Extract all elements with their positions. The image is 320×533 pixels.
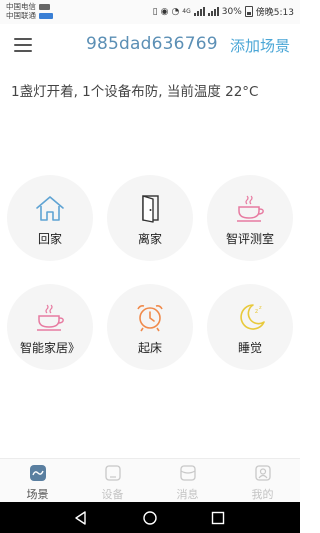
home-status-text: 1盏灯开着, 1个设备布防, 当前温度 22°C	[11, 84, 259, 100]
scene-icon	[29, 465, 46, 481]
bottom-tab-bar: 场景 设备 消息 我的	[0, 458, 300, 502]
tab-label: 我的	[251, 488, 274, 501]
status-indicators: ▯ ◉ ◔ 4G 30% 傍晚5:13	[153, 5, 294, 18]
app-header: 985dad636769 添加场景	[0, 28, 300, 62]
scene-label: 离家	[137, 232, 162, 246]
battery-label: 30%	[221, 6, 242, 17]
message-icon	[179, 465, 196, 481]
scene-label: 智评测室	[225, 232, 274, 246]
scene-smart-test-room[interactable]: 智评测室	[207, 175, 293, 261]
menu-icon[interactable]	[14, 38, 32, 52]
tab-label: 消息	[176, 488, 199, 501]
tab-devices[interactable]: 设备	[75, 459, 150, 502]
signal-icon	[193, 7, 205, 16]
carrier-1-label: 中国电信	[6, 2, 36, 11]
signal-2-icon	[207, 7, 219, 16]
wifi-icon: ◔	[171, 6, 180, 17]
scene-smart-home[interactable]: 智能家居》	[7, 284, 93, 370]
tab-messages[interactable]: 消息	[150, 459, 225, 502]
network-badge-icon	[39, 12, 53, 19]
tab-scene[interactable]: 场景	[0, 459, 75, 502]
vibrate-icon: ▯	[152, 6, 158, 17]
add-scene-button[interactable]: 添加场景	[230, 35, 290, 56]
cup-icon	[237, 195, 264, 222]
status-bar: 中国电信 中国联通 ▯ ◉ ◔ 4G 30% 傍晚5:13	[0, 0, 300, 24]
network-type-label: 4G	[182, 8, 191, 15]
carrier-2-label: 中国联通	[6, 11, 36, 20]
svg-text:z: z	[259, 305, 262, 311]
scene-wake-up[interactable]: 起床	[107, 284, 193, 370]
system-nav-bar	[0, 502, 300, 533]
tab-label: 场景	[26, 488, 49, 501]
scene-away[interactable]: 离家	[107, 175, 193, 261]
profile-icon	[254, 465, 271, 481]
alarm-clock-icon	[137, 305, 163, 332]
carrier-info: 中国电信 中国联通	[6, 2, 53, 20]
moon-icon: z z	[240, 304, 265, 330]
scene-label: 起床	[137, 341, 162, 355]
scene-label: 智能家居》	[19, 341, 80, 355]
eye-icon: ◉	[160, 6, 169, 17]
home-nav-icon[interactable]	[142, 510, 158, 526]
svg-text:z: z	[255, 308, 258, 315]
scene-label: 回家	[37, 232, 62, 246]
back-icon[interactable]	[73, 510, 89, 526]
scene-sleep[interactable]: z z 睡觉	[207, 284, 293, 370]
door-icon	[142, 195, 159, 223]
battery-icon	[244, 6, 253, 17]
cup-icon	[37, 304, 64, 331]
scene-label: 睡觉	[237, 341, 262, 355]
tab-label: 设备	[101, 488, 124, 501]
home-icon	[36, 196, 64, 221]
sim-icon	[39, 3, 50, 10]
scene-home[interactable]: 回家	[7, 175, 93, 261]
tab-profile[interactable]: 我的	[225, 459, 300, 502]
device-icon	[104, 465, 121, 481]
recent-apps-icon[interactable]	[210, 510, 226, 526]
clock-label: 傍晚5:13	[255, 8, 294, 18]
page-title: 985dad636769	[86, 34, 218, 54]
